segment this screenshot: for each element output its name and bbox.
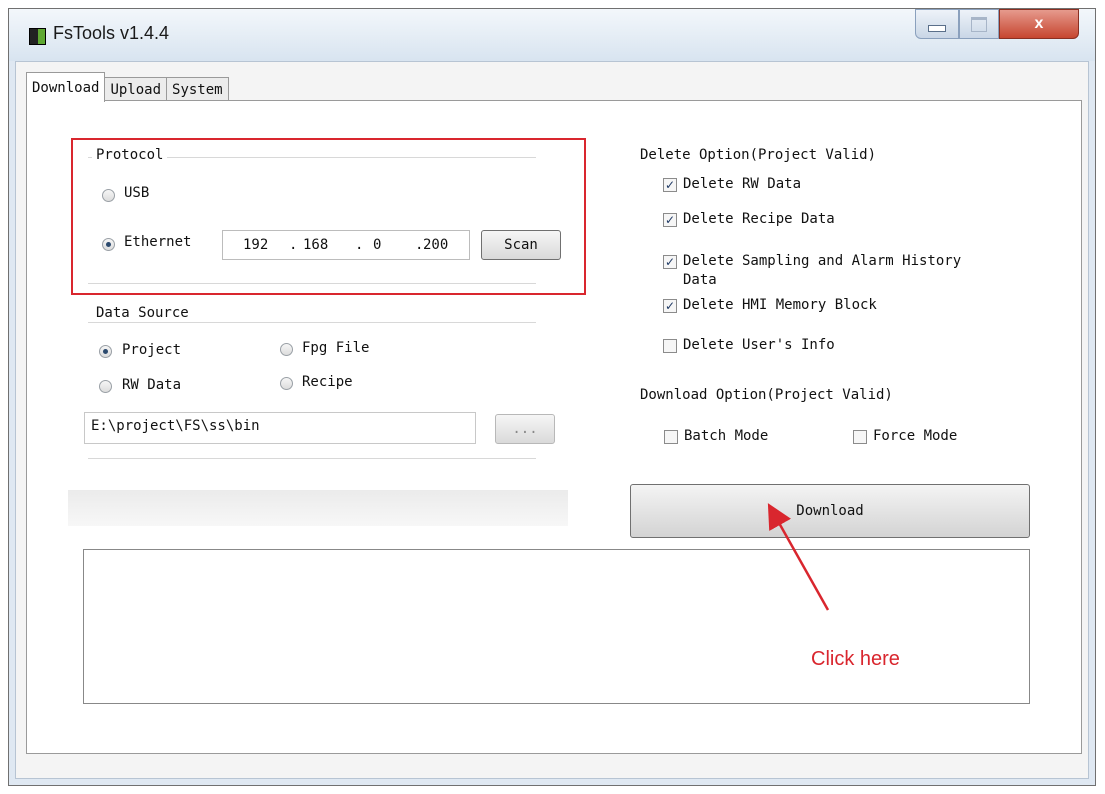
window-controls: x (915, 9, 1079, 39)
tab-system[interactable]: System (166, 77, 229, 102)
close-icon: x (1034, 15, 1044, 32)
rw-data-radio[interactable] (99, 380, 112, 393)
batch-mode-label: Batch Mode (684, 428, 769, 444)
download-option-title: Download Option(Project Valid) (640, 387, 893, 403)
output-log (83, 549, 1030, 704)
force-mode-label: Force Mode (873, 428, 958, 444)
force-mode-checkbox[interactable] (853, 430, 867, 444)
maximize-icon (971, 16, 987, 32)
title-bar: FsTools v1.4.4 x (9, 9, 1095, 61)
data-source-group-title: Data Source (92, 305, 193, 321)
recipe-label: Recipe (302, 374, 353, 390)
delete-hmi-memory-label: Delete HMI Memory Block (683, 297, 877, 313)
delete-sampling-alarm-checkbox[interactable]: ✓ (663, 255, 677, 269)
tab-upload[interactable]: Upload (104, 77, 168, 102)
window-title: FsTools v1.4.4 (53, 23, 170, 43)
app-icon (29, 28, 46, 45)
minimize-icon (928, 24, 946, 32)
rw-data-label: RW Data (122, 377, 182, 393)
close-button[interactable]: x (999, 9, 1079, 39)
delete-recipe-data-checkbox[interactable]: ✓ (663, 213, 677, 227)
fpg-file-label: Fpg File (302, 340, 370, 356)
recipe-radio[interactable] (280, 377, 293, 390)
delete-users-info-checkbox[interactable] (663, 339, 677, 353)
browse-button[interactable]: ... (495, 414, 555, 444)
delete-sampling-alarm-label-line2: Data (683, 272, 717, 288)
progress-area (68, 490, 568, 526)
data-source-group-line (88, 322, 536, 323)
delete-option-title: Delete Option(Project Valid) (640, 147, 877, 163)
delete-rw-data-checkbox[interactable]: ✓ (663, 178, 677, 192)
fpg-file-radio[interactable] (280, 343, 293, 356)
delete-sampling-alarm-label: Delete Sampling and Alarm History (683, 253, 962, 269)
click-here-annotation: Click here (811, 648, 900, 670)
delete-recipe-data-label: Delete Recipe Data (683, 211, 835, 227)
project-radio[interactable] (99, 345, 112, 358)
data-source-group-bottom (88, 458, 536, 459)
arrow-line (767, 503, 830, 611)
maximize-button[interactable] (959, 9, 999, 39)
minimize-button[interactable] (915, 9, 959, 39)
project-path-input[interactable]: E:\project\FS\ss\bin (84, 412, 476, 444)
delete-hmi-memory-checkbox[interactable]: ✓ (663, 299, 677, 313)
annotation-arrow (767, 503, 830, 611)
delete-users-info-label: Delete User's Info (683, 337, 835, 353)
protocol-highlight-box (71, 138, 586, 295)
tab-download[interactable]: Download (26, 72, 106, 102)
tab-bar: Download Upload System (26, 72, 229, 102)
project-label: Project (122, 342, 182, 358)
delete-rw-data-label: Delete RW Data (683, 176, 802, 192)
batch-mode-checkbox[interactable] (664, 430, 678, 444)
